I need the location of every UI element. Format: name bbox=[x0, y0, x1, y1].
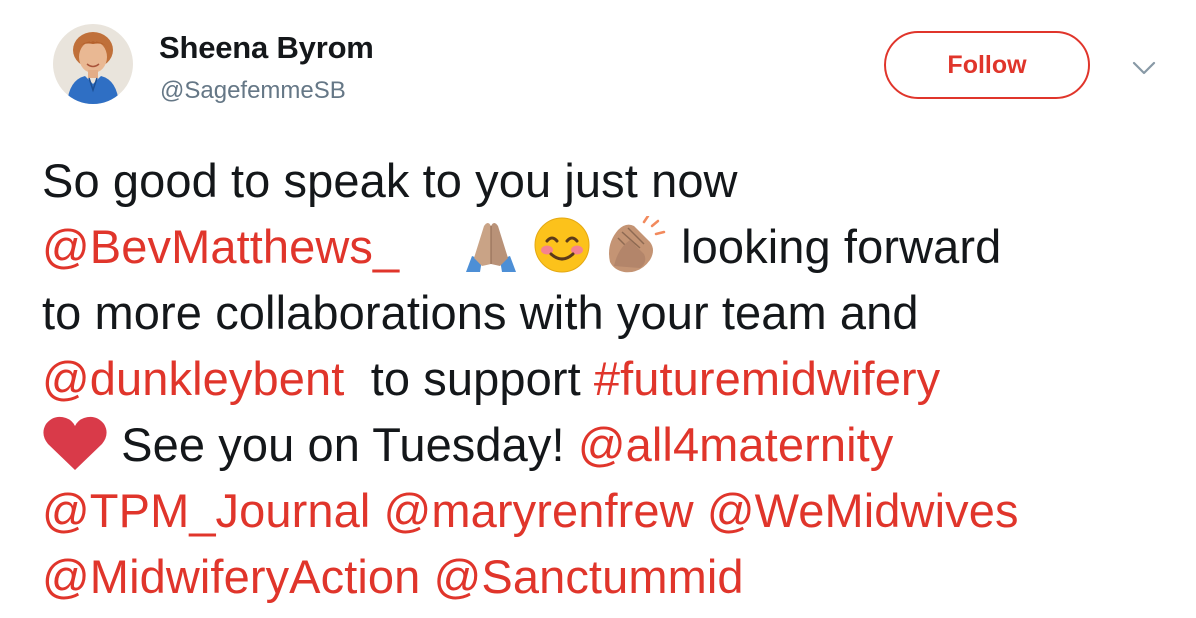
tweet-line: So good to speak to you just now bbox=[42, 148, 1172, 214]
tweet-line: @MidwiferyAction @Sanctummid bbox=[42, 544, 1172, 610]
tweet-line: @TPM_Journal @maryrenfrew @WeMidwives bbox=[42, 478, 1172, 544]
chevron-down-icon bbox=[1132, 61, 1156, 75]
author-avatar[interactable] bbox=[53, 24, 133, 104]
mention-link-midwiferyaction[interactable]: @MidwiferyAction bbox=[42, 550, 420, 603]
tweet-text-segment: to more collaborations with your team an… bbox=[42, 286, 919, 339]
mention-link-bevmatthews[interactable]: @BevMatthews_ bbox=[42, 220, 399, 273]
tweet-menu-button[interactable] bbox=[1130, 58, 1158, 78]
clapping-hands-icon bbox=[604, 215, 668, 274]
mention-link-sanctummid[interactable]: @Sanctummid bbox=[434, 550, 744, 603]
mention-link-wemidwives[interactable]: @WeMidwives bbox=[707, 484, 1019, 537]
tweet-line: @dunkleybent to support #futuremidwifery bbox=[42, 346, 1172, 412]
mention-link-maryrenfrew[interactable]: @maryrenfrew bbox=[384, 484, 694, 537]
tweet-text-segment: So good to speak to you just now bbox=[42, 154, 738, 207]
tweet-line: to more collaborations with your team an… bbox=[42, 280, 1172, 346]
folded-hands-icon bbox=[462, 218, 520, 272]
hashtag-link-futuremidwifery[interactable]: #futuremidwifery bbox=[594, 352, 940, 405]
tweet-text-segment: looking forward bbox=[681, 220, 1002, 273]
follow-button-label: Follow bbox=[947, 50, 1027, 79]
tweet-text-segment: See you on Tuesday! bbox=[108, 418, 578, 471]
author-handle[interactable]: @SagefemmeSB bbox=[160, 77, 346, 105]
tweet-body: So good to speak to you just now @BevMat… bbox=[42, 148, 1172, 610]
mention-link-all4maternity[interactable]: @all4maternity bbox=[578, 418, 894, 471]
tweet-line: See you on Tuesday! @all4maternity bbox=[42, 412, 1172, 478]
author-display-name[interactable]: Sheena Byrom bbox=[159, 30, 374, 66]
smiling-face-icon bbox=[533, 216, 591, 274]
tweet-text-segment: to support bbox=[344, 352, 594, 405]
mention-link-dunkleybent[interactable]: @dunkleybent bbox=[42, 352, 344, 405]
tweet-line: @BevMatthews_ looking forward bbox=[42, 214, 1172, 280]
follow-button[interactable]: Follow bbox=[884, 31, 1090, 99]
profile-photo-icon bbox=[53, 24, 133, 104]
mention-link-tpm-journal[interactable]: @TPM_Journal bbox=[42, 484, 370, 537]
red-heart-icon bbox=[42, 414, 108, 472]
